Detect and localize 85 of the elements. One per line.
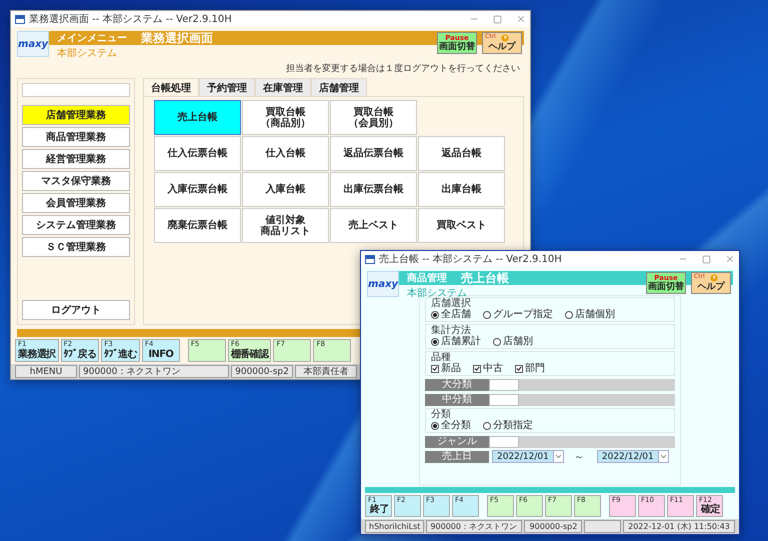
group-label: 品種 — [431, 352, 451, 363]
sidebar-item[interactable]: 経営管理業務 — [22, 149, 130, 169]
menu-tile[interactable]: 廃棄伝票台帳 — [154, 208, 241, 243]
logo: maxy — [17, 31, 49, 57]
close-icon[interactable] — [725, 254, 735, 264]
app-icon — [365, 254, 375, 264]
maximize-icon[interactable] — [702, 254, 711, 264]
date-field[interactable]: 2022/12/01 — [596, 450, 669, 463]
sidebar-item[interactable]: マスタ保守業務 — [22, 171, 130, 191]
menu-label: メインメニュー — [57, 32, 127, 45]
status-cell: 900000-sp2 — [524, 520, 582, 533]
menu-tile[interactable]: 仕入伝票台帳 — [154, 136, 241, 171]
category-label: 商品管理 — [407, 271, 447, 285]
radio-button[interactable]: 分類指定 — [483, 420, 533, 431]
status-cell: 900000：ネクストワン — [426, 520, 522, 533]
window-title: 売上台帳 -- 本部システム -- Ver2.9.10H — [379, 252, 563, 266]
checkbox[interactable]: 中古 — [473, 363, 503, 374]
radio-button[interactable]: 全分類 — [431, 420, 471, 431]
menu-tile[interactable]: 値引対象 商品リスト — [242, 208, 329, 243]
radio-button[interactable]: 店舗別 — [493, 336, 533, 347]
status-cell: hShoriIchiLst — [365, 520, 424, 533]
tab[interactable]: 在庫管理 — [255, 78, 311, 96]
checkbox[interactable]: 部門 — [515, 363, 545, 374]
checkbox[interactable]: 新品 — [431, 363, 461, 374]
status-cell: 2022-12-01 (木) 11:50:43 — [623, 520, 735, 533]
menu-tile[interactable]: 買取ベスト — [418, 208, 505, 243]
status-cell — [584, 520, 621, 533]
menu-tile[interactable]: 出庫伝票台帳 — [330, 172, 417, 207]
screen-title: 売上台帳 — [461, 270, 509, 286]
window-title: 業務選択画面 -- 本部システム -- Ver2.9.10H — [29, 12, 233, 26]
notice-text: 担当者を変更する場合は１度ログアウトを行ってください — [286, 62, 520, 75]
text-field[interactable] — [22, 83, 130, 97]
menu-tile[interactable]: 返品台帳 — [418, 136, 505, 171]
menu-tile[interactable]: 売上台帳 — [154, 100, 241, 135]
caret-icon — [552, 451, 563, 462]
status-cell: 900000：ネクストワン — [79, 365, 229, 378]
close-icon[interactable] — [516, 14, 526, 24]
group-label: 集計方法 — [431, 325, 471, 336]
logo: maxy — [367, 271, 399, 297]
group-label: 店舗選択 — [431, 298, 471, 309]
menu-tile[interactable]: 売上ベスト — [330, 208, 417, 243]
tab[interactable]: 店舗管理 — [311, 78, 367, 96]
group-label: 分類 — [431, 409, 451, 420]
system-name: 本部システム — [406, 286, 467, 299]
status-cell: 本部責任者 — [295, 365, 357, 378]
status-cell: hMENU — [15, 365, 77, 378]
sidebar-item[interactable]: 会員管理業務 — [22, 193, 130, 213]
radio-button[interactable]: グループ指定 — [483, 309, 553, 320]
menu-tile[interactable]: 仕入台帳 — [242, 136, 329, 171]
tab[interactable]: 台帳処理 — [143, 78, 199, 96]
field-label: 中分類 — [425, 394, 489, 406]
caret-icon — [658, 451, 668, 462]
check-icon — [432, 365, 438, 372]
radio-button[interactable]: 店舗個別 — [565, 309, 615, 320]
radio-button[interactable]: 店舗累計 — [431, 336, 481, 347]
sidebar-item[interactable]: 店舗管理業務 — [22, 105, 130, 125]
field-label: 売上日 — [425, 450, 489, 462]
check-icon — [516, 365, 522, 372]
menu-tile[interactable]: 入庫台帳 — [242, 172, 329, 207]
check-icon — [474, 365, 480, 372]
code-field[interactable] — [489, 436, 519, 448]
field-label: ジャンル — [425, 436, 489, 448]
logout-button[interactable]: ログアウト — [22, 300, 130, 320]
menu-tile[interactable]: 出庫台帳 — [418, 172, 505, 207]
date-field[interactable]: 2022/12/01 — [492, 450, 564, 463]
sidebar-item[interactable]: システム管理業務 — [22, 215, 130, 235]
tab[interactable]: 予約管理 — [199, 78, 255, 96]
screen-title: 業務選択画面 — [141, 30, 213, 46]
code-field[interactable] — [489, 378, 519, 390]
menu-tile[interactable]: 返品伝票台帳 — [330, 136, 417, 171]
maximize-icon[interactable] — [493, 14, 502, 24]
question-icon — [710, 274, 718, 282]
range-separator: ～ — [574, 450, 584, 464]
menu-tile[interactable]: 入庫伝票台帳 — [154, 172, 241, 207]
sidebar-item[interactable]: 商品管理業務 — [22, 127, 130, 147]
question-icon — [501, 34, 509, 42]
sidebar-item[interactable]: ＳＣ管理業務 — [22, 237, 130, 257]
field-label: 大分類 — [425, 378, 489, 390]
code-field[interactable] — [489, 394, 519, 406]
app-icon — [15, 14, 25, 24]
status-cell: 900000-sp2 — [231, 365, 293, 378]
system-name: 本部システム — [56, 46, 117, 60]
menu-tile[interactable]: 買取台帳 （商品別） — [242, 100, 329, 135]
radio-button[interactable]: 全店舗 — [431, 309, 471, 320]
menu-tile[interactable]: 買取台帳 （会員別） — [330, 100, 417, 135]
